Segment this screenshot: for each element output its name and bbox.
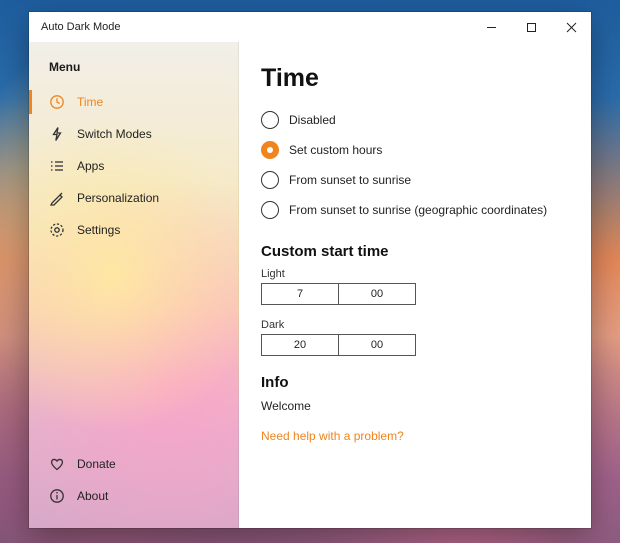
radio-bullet-icon	[261, 201, 279, 219]
light-minute-input[interactable]: 00	[338, 283, 416, 305]
custom-start-title: Custom start time	[261, 243, 569, 260]
light-label: Light	[261, 268, 569, 280]
help-link[interactable]: Need help with a problem?	[261, 429, 569, 443]
page-title: Time	[261, 64, 569, 93]
radio-sunset-sunrise-geo[interactable]: From sunset to sunrise (geographic coord…	[261, 201, 569, 219]
sidebar-item-personalization[interactable]: Personalization	[29, 182, 238, 214]
titlebar: Auto Dark Mode	[29, 12, 591, 42]
window-controls	[471, 12, 591, 42]
sidebar-item-donate[interactable]: Donate	[29, 448, 238, 480]
sidebar-item-label: Time	[77, 95, 103, 109]
sidebar-item-settings[interactable]: Settings	[29, 214, 238, 246]
close-button[interactable]	[551, 12, 591, 42]
dark-time-row: 20 00	[261, 334, 569, 356]
sidebar-item-label: About	[77, 489, 108, 503]
radio-label: From sunset to sunrise	[289, 173, 411, 187]
dark-hour-input[interactable]: 20	[261, 334, 339, 356]
info-block: Info Welcome Need help with a problem?	[261, 374, 569, 443]
window-title: Auto Dark Mode	[29, 21, 120, 33]
clock-icon	[49, 94, 65, 110]
sidebar-item-label: Switch Modes	[77, 127, 152, 141]
sidebar-item-label: Donate	[77, 457, 116, 471]
list-icon	[49, 158, 65, 174]
sidebar-item-label: Personalization	[77, 191, 159, 205]
radio-label: From sunset to sunrise (geographic coord…	[289, 203, 547, 217]
sidebar-item-time[interactable]: Time	[29, 86, 238, 118]
radio-bullet-icon	[261, 111, 279, 129]
sidebar-item-switch-modes[interactable]: Switch Modes	[29, 118, 238, 150]
sidebar-item-label: Apps	[77, 159, 104, 173]
window-body: Menu Time Switch Modes	[29, 42, 591, 528]
desktop-wallpaper: Auto Dark Mode Menu	[0, 0, 620, 543]
info-text: Welcome	[261, 399, 569, 413]
radio-label: Disabled	[289, 113, 336, 127]
light-time-row: 7 00	[261, 283, 569, 305]
brush-icon	[49, 190, 65, 206]
sidebar-header: Menu	[29, 50, 238, 86]
dark-label: Dark	[261, 319, 569, 331]
info-title: Info	[261, 374, 569, 391]
sidebar-bottom: Donate About	[29, 448, 238, 528]
radio-set-custom-hours[interactable]: Set custom hours	[261, 141, 569, 159]
radio-bullet-icon	[261, 171, 279, 189]
sidebar: Menu Time Switch Modes	[29, 42, 239, 528]
radio-sunset-sunrise[interactable]: From sunset to sunrise	[261, 171, 569, 189]
app-window: Auto Dark Mode Menu	[29, 12, 591, 528]
info-icon	[49, 488, 65, 504]
lightning-icon	[49, 126, 65, 142]
light-hour-input[interactable]: 7	[261, 283, 339, 305]
content-pane: Time Disabled Set custom hours From suns…	[239, 42, 591, 528]
time-mode-radios: Disabled Set custom hours From sunset to…	[261, 111, 569, 219]
gear-icon	[49, 222, 65, 238]
sidebar-item-label: Settings	[77, 223, 120, 237]
radio-bullet-icon	[261, 141, 279, 159]
sidebar-nav: Time Switch Modes	[29, 86, 238, 246]
sidebar-item-about[interactable]: About	[29, 480, 238, 512]
radio-disabled[interactable]: Disabled	[261, 111, 569, 129]
minimize-button[interactable]	[471, 12, 511, 42]
maximize-button[interactable]	[511, 12, 551, 42]
heart-icon	[49, 456, 65, 472]
dark-minute-input[interactable]: 00	[338, 334, 416, 356]
radio-label: Set custom hours	[289, 143, 382, 157]
sidebar-item-apps[interactable]: Apps	[29, 150, 238, 182]
